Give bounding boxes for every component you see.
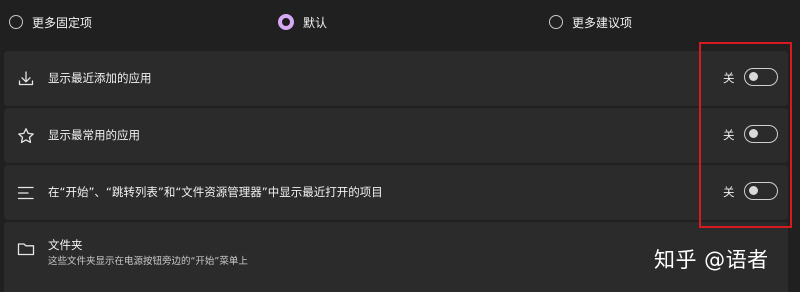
toggle-state-text: 关 [723, 128, 735, 142]
setting-label: 显示最常用的应用 [48, 128, 140, 142]
toggle-state-text: 关 [723, 71, 735, 85]
list-icon [16, 183, 36, 203]
toggle-state-text: 关 [723, 185, 735, 199]
radio-more-pins[interactable]: 更多固定项 [9, 11, 92, 33]
watermark: 知乎 @语者 [654, 248, 769, 272]
setting-label: 显示最近添加的应用 [48, 71, 152, 85]
setting-recently-added-apps: 显示最近添加的应用 关 [4, 51, 788, 106]
radio-more-recommendations[interactable]: 更多建议项 [549, 11, 632, 33]
download-icon [16, 69, 36, 89]
setting-most-used-apps: 显示最常用的应用 关 [4, 108, 788, 163]
setting-label: 在“开始”、“跳转列表”和“文件资源管理器”中显示最近打开的项目 [48, 185, 383, 199]
recently-added-toggle[interactable] [744, 68, 778, 86]
most-used-toggle[interactable] [744, 125, 778, 143]
recent-items-toggle[interactable] [744, 182, 778, 200]
folder-icon [16, 239, 36, 259]
start-settings-page: 更多固定项 默认 更多建议项 显示最近添加的应用 关 显示最常用的应用 关 在“… [0, 0, 800, 292]
star-icon [16, 126, 36, 146]
radio-button-unselected[interactable] [9, 15, 23, 29]
radio-label: 更多固定项 [32, 15, 93, 30]
setting-recent-items: 在“开始”、“跳转列表”和“文件资源管理器”中显示最近打开的项目 关 [4, 165, 788, 220]
toggle-knob [749, 72, 758, 81]
setting-description: 这些文件夹显示在电源按钮旁边的“开始”菜单上 [48, 256, 248, 267]
setting-label: 文件夹 [48, 238, 83, 252]
toggle-knob [749, 129, 758, 138]
radio-label: 默认 [303, 15, 328, 30]
radio-button-unselected[interactable] [549, 15, 563, 29]
layout-radio-group: 更多固定项 默认 更多建议项 [0, 0, 800, 44]
radio-label: 更多建议项 [572, 15, 633, 30]
radio-default[interactable]: 默认 [278, 11, 327, 33]
toggle-knob [749, 186, 758, 195]
radio-button-selected[interactable] [278, 14, 294, 30]
